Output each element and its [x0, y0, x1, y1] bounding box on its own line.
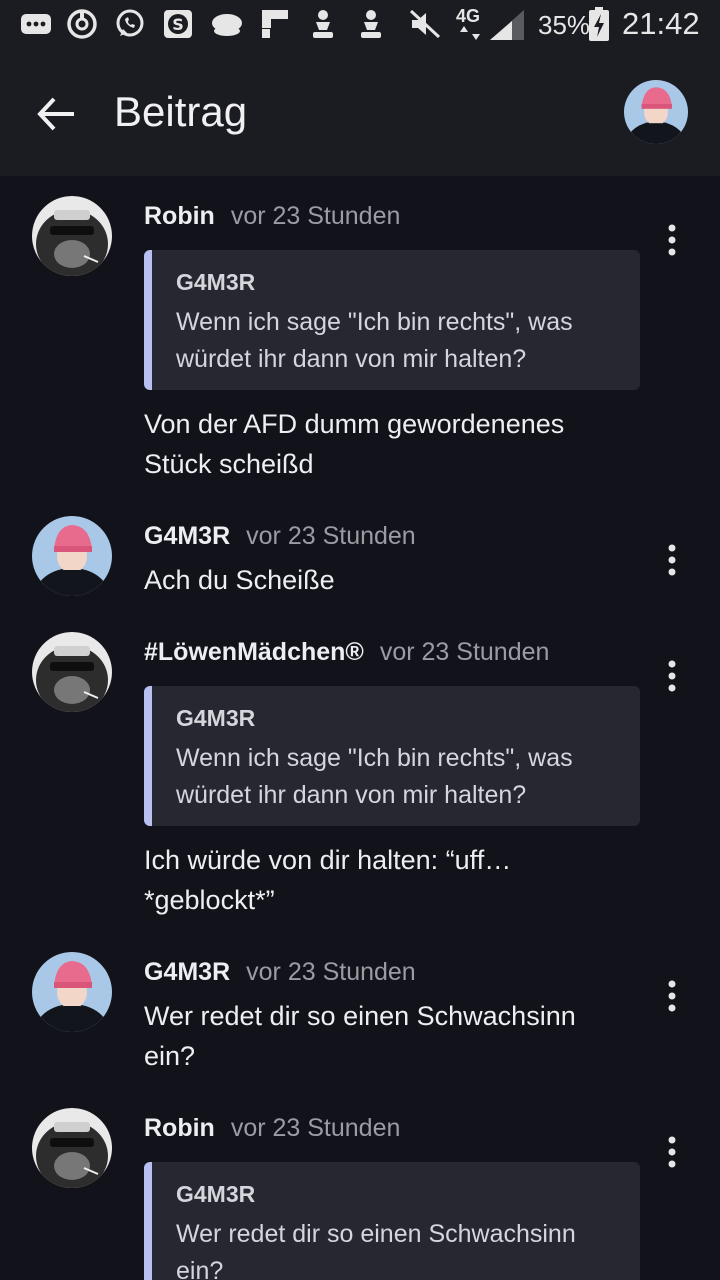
- comment-header: #LöwenMädchen® vor 23 Stunden: [144, 638, 549, 667]
- more-options-icon[interactable]: [660, 540, 684, 580]
- quoted-comment[interactable]: G4M3R Wer redet dir so einen Schwachsinn…: [144, 1162, 640, 1280]
- mute-icon: [409, 9, 441, 39]
- comment-header: Robin vor 23 Stunden: [144, 202, 400, 231]
- comment-avatar[interactable]: [32, 516, 112, 596]
- battery-charging-icon: [589, 7, 609, 41]
- avatar-gorilla-icon: [32, 196, 112, 276]
- comment-author[interactable]: #LöwenMädchen®: [144, 638, 364, 666]
- comment-time: vor 23 Stunden: [246, 958, 416, 986]
- pawn-notification-icon-2: [361, 10, 381, 38]
- quote-author: G4M3R: [176, 1181, 256, 1207]
- comment-time: vor 23 Stunden: [246, 522, 416, 550]
- comment-header: G4M3R vor 23 Stunden: [144, 522, 416, 551]
- quote-text: Wenn ich sage "Ich bin rechts", was würd…: [176, 744, 573, 809]
- comment-text: Ach du Scheiße: [144, 565, 335, 595]
- more-options-icon[interactable]: [660, 976, 684, 1016]
- pawn-notification-icon: [313, 10, 333, 38]
- quoted-comment[interactable]: G4M3R Wenn ich sage "Ich bin rechts", wa…: [144, 686, 640, 826]
- comment-time: vor 23 Stunden: [230, 1114, 401, 1142]
- quote-text: Wenn ich sage "Ich bin rechts", was würd…: [176, 308, 573, 373]
- skype-icon: S: [164, 10, 192, 38]
- comment-author[interactable]: Robin: [144, 202, 215, 230]
- flipboard-icon: [262, 10, 288, 38]
- quoted-comment[interactable]: G4M3R Wenn ich sage "Ich bin rechts", wa…: [144, 250, 640, 390]
- avatar-gorilla-icon: [32, 1108, 112, 1188]
- comment-text: Wer redet dir so einen Schwachsinn ein?: [144, 1001, 576, 1071]
- page-title: Beitrag: [114, 88, 248, 135]
- comment-time: vor 23 Stunden: [230, 202, 401, 230]
- avatar-pink-hat-icon: [32, 952, 112, 1032]
- avatar-gorilla-icon: [32, 632, 112, 712]
- comment-avatar[interactable]: [32, 952, 112, 1032]
- quote-author: G4M3R: [176, 705, 256, 731]
- more-options-icon[interactable]: [660, 220, 684, 260]
- clock: 21:42: [622, 6, 700, 41]
- power-notification-icon: [67, 9, 97, 39]
- more-options-icon[interactable]: [660, 656, 684, 696]
- svg-text:S: S: [172, 15, 184, 34]
- cloud-app-icon: [212, 14, 242, 36]
- quote-text: Wer redet dir so einen Schwachsinn ein?: [176, 1220, 576, 1280]
- comment-avatar[interactable]: [32, 196, 112, 276]
- comment-feed[interactable]: Robin vor 23 Stunden G4M3R Wenn ich sage …: [0, 176, 720, 1280]
- comment-avatar[interactable]: [32, 1108, 112, 1188]
- status-bar: S 4G 35% 21:42: [0, 0, 720, 50]
- comment-author[interactable]: Robin: [144, 1114, 215, 1142]
- more-options-icon[interactable]: [660, 1132, 684, 1172]
- message-notification-icon: [21, 14, 51, 34]
- signal-icon: [490, 10, 524, 40]
- back-arrow-icon[interactable]: [32, 90, 80, 138]
- data-arrows-icon: [460, 26, 480, 40]
- comment-header: G4M3R vor 23 Stunden: [144, 958, 416, 987]
- whatsapp-icon: [116, 9, 144, 37]
- comment-text: Ich würde von dir halten: “uff… *geblock…: [144, 845, 512, 915]
- battery-percent: 35%: [538, 10, 591, 40]
- comment-text: Von der AFD dumm gewordenenes Stück sche…: [144, 409, 565, 479]
- comment-header: Robin vor 23 Stunden: [144, 1114, 400, 1143]
- comment-author[interactable]: G4M3R: [144, 958, 230, 986]
- avatar-pink-hat-icon: [624, 80, 688, 144]
- quote-author: G4M3R: [176, 269, 256, 295]
- avatar-pink-hat-icon: [32, 516, 112, 596]
- app-bar: Beitrag: [0, 50, 720, 176]
- comment-avatar[interactable]: [32, 632, 112, 712]
- comment-time: vor 23 Stunden: [379, 638, 550, 666]
- profile-avatar[interactable]: [624, 80, 688, 144]
- comment-author[interactable]: G4M3R: [144, 522, 230, 550]
